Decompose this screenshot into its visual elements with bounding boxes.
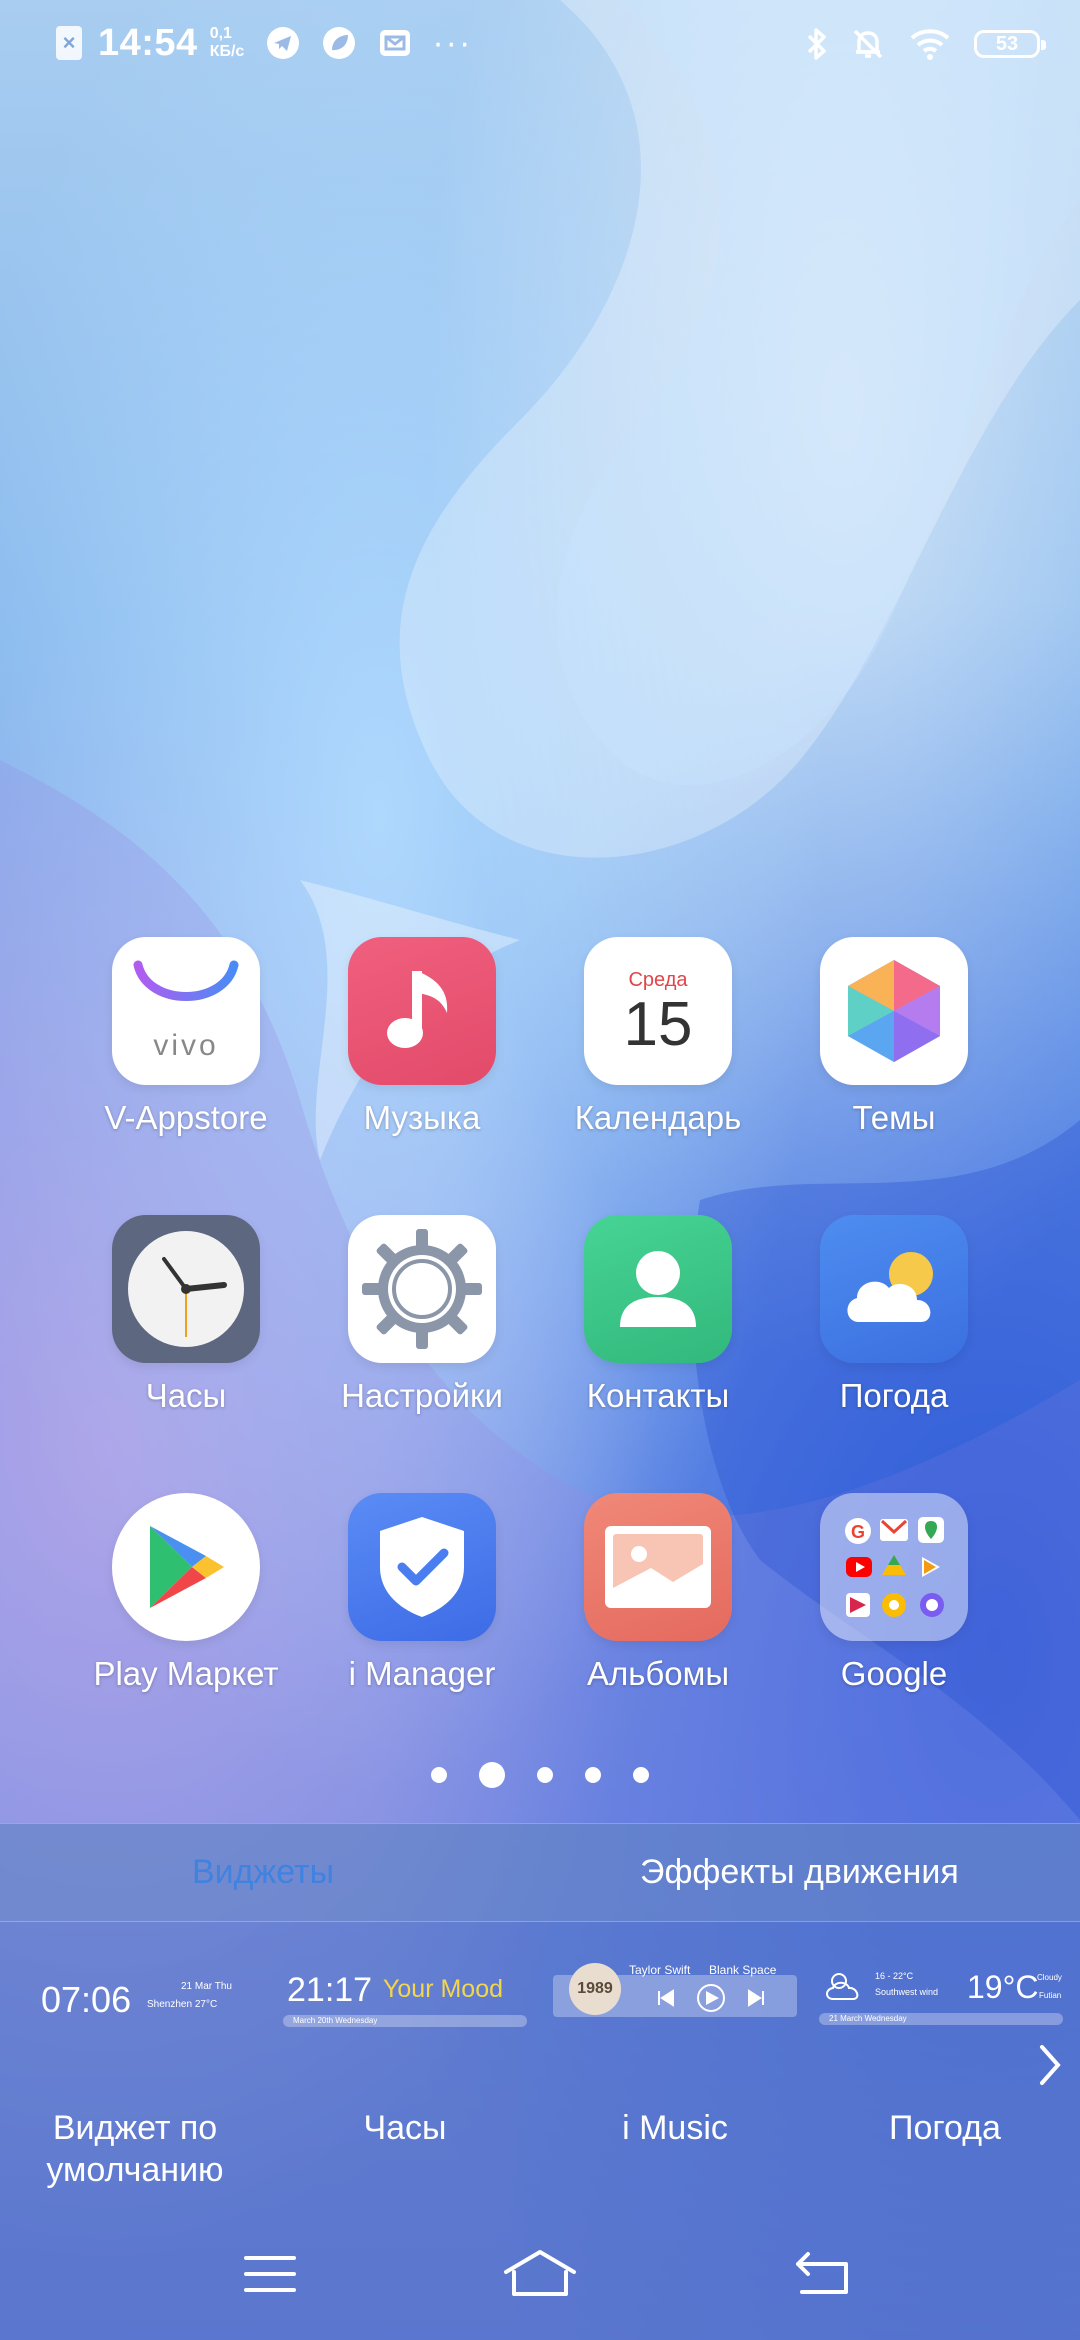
settings-gear-icon	[348, 1215, 496, 1363]
page-dot-active[interactable]	[479, 1762, 505, 1788]
app-music[interactable]: Музыка	[304, 937, 540, 1157]
bell-muted-icon	[853, 29, 883, 59]
svg-text:G: G	[851, 1522, 865, 1542]
play-store-icon	[112, 1493, 260, 1641]
bluetooth-icon	[807, 28, 826, 60]
menu-icon	[244, 2256, 296, 2292]
app-clock[interactable]: Часы	[68, 1215, 304, 1435]
widget-preview: 07:06 21 Mar Thu Shenzhen 27°C	[41, 1979, 232, 2020]
shield-check-icon	[348, 1493, 496, 1641]
widget-clock[interactable]: 21:17 Your Mood March 20th Wednesday Час…	[275, 1963, 535, 2203]
widget-bar: 21 March Wednesday	[819, 2013, 1063, 2025]
status-time: 14:54	[98, 21, 198, 64]
album-cover: 1989	[569, 1963, 621, 2015]
app-google-folder[interactable]: G Google	[776, 1493, 1012, 1713]
back-icon	[796, 2252, 848, 2294]
telegram-icon	[267, 27, 300, 59]
tab-widgets[interactable]: Виджеты	[192, 1824, 334, 1921]
wifi-icon	[910, 29, 950, 60]
home-button[interactable]	[500, 2244, 580, 2304]
leaf-app-icon	[323, 27, 356, 59]
app-settings[interactable]: Настройки	[304, 1215, 540, 1435]
home-icon	[504, 2250, 576, 2296]
themes-icon	[820, 937, 968, 1085]
app-play-market[interactable]: Play Маркет	[68, 1493, 304, 1713]
widget-preview: 1989 Taylor Swift Blank Space	[545, 1963, 805, 2033]
widget-list: 07:06 21 Mar Thu Shenzhen 27°C Виджет по…	[0, 1963, 1080, 2223]
app-contacts[interactable]: Контакты	[540, 1215, 776, 1435]
app-albums[interactable]: Альбомы	[540, 1493, 776, 1713]
battery-icon: 53	[974, 30, 1046, 58]
music-controls	[658, 1984, 764, 2012]
widget-bar: March 20th Wednesday	[283, 2015, 527, 2027]
vivo-appstore-icon: vivo	[112, 937, 260, 1085]
svg-text:vivo: vivo	[153, 1029, 218, 1062]
navigation-bar	[0, 2230, 1080, 2320]
page-dot[interactable]	[537, 1767, 553, 1783]
widget-preview: 16 - 22°C Southwest wind 19°C Cloudy Fut…	[815, 1963, 1075, 2033]
clock-icon	[112, 1215, 260, 1363]
gallery-icon	[584, 1493, 732, 1641]
chevron-right-icon[interactable]	[1036, 2043, 1064, 2087]
cloud-sun-icon	[826, 1973, 859, 2000]
back-button[interactable]	[784, 2244, 864, 2304]
app-themes[interactable]: Темы	[776, 937, 1012, 1157]
widget-preview: 21:17 Your Mood March 20th Wednesday	[275, 1963, 535, 2033]
app-calendar[interactable]: Среда 15 Календарь	[540, 937, 776, 1157]
google-folder-icon: G	[820, 1493, 968, 1641]
status-bar: × 14:54 0,1 КБ/с ··· 53	[0, 0, 1080, 86]
recent-apps-button[interactable]	[230, 2244, 310, 2304]
app-v-appstore[interactable]: vivo V-Appstore	[68, 937, 304, 1157]
app-weather[interactable]: Погода	[776, 1215, 1012, 1435]
panel-tabs: Виджеты Эффекты движения	[0, 1823, 1080, 1922]
page-dot[interactable]	[431, 1767, 447, 1783]
app-i-manager[interactable]: i Manager	[304, 1493, 540, 1713]
tab-motion-effects[interactable]: Эффекты движения	[640, 1824, 959, 1921]
music-icon	[348, 937, 496, 1085]
page-dot[interactable]	[633, 1767, 649, 1783]
contacts-icon	[584, 1215, 732, 1363]
widget-default[interactable]: 07:06 21 Mar Thu Shenzhen 27°C Виджет по…	[5, 1963, 265, 2203]
mail-icon	[380, 30, 411, 56]
more-notifications-icon: ···	[432, 24, 473, 62]
calendar-icon: Среда 15	[584, 937, 732, 1085]
weather-icon	[820, 1215, 968, 1363]
battery-level: 53	[995, 32, 1019, 55]
widget-music[interactable]: 1989 Taylor Swift Blank Space i Music	[545, 1963, 805, 2203]
network-speed: 0,1 КБ/с	[209, 25, 245, 60]
page-dot[interactable]	[585, 1767, 601, 1783]
page-indicator[interactable]	[0, 1762, 1080, 1788]
sim-off-icon: ×	[56, 26, 82, 60]
